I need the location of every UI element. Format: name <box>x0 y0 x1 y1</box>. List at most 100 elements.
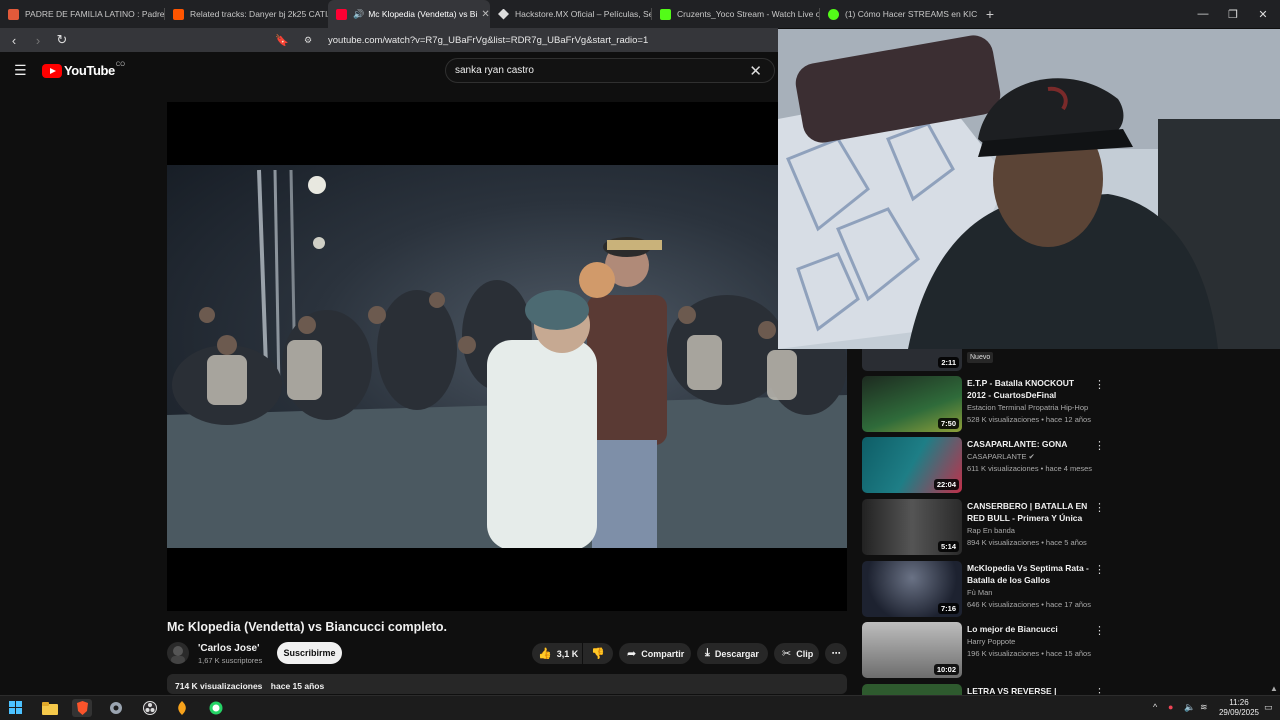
brave-browser-icon[interactable] <box>72 699 92 717</box>
recommendation-channel[interactable]: CASAPARLANTE ✔ <box>967 452 1097 461</box>
webcam-image <box>778 29 1280 349</box>
download-button[interactable]: ⤓ Descargar <box>697 643 768 664</box>
recommendation-item[interactable]: LETRA VS REVERSE | ⋮ <box>862 684 1102 695</box>
thumbs-up-icon: 👍 <box>538 648 552 660</box>
tab-related-tracks[interactable]: Related tracks: Danyer bj 2k25 CATIA <box>165 0 328 28</box>
youtube-play-icon <box>42 63 62 78</box>
youtube-favicon-icon <box>336 8 347 20</box>
blogger-favicon-icon <box>8 8 19 20</box>
recommendation-meta: 196 K visualizaciones • hace 15 años <box>967 649 1091 658</box>
speaker-icon[interactable]: 🔊 <box>353 9 364 20</box>
subscriber-count: 1,67 K suscriptores <box>198 656 263 665</box>
video-description-box[interactable]: 714 K visualizaciones hace 15 años <box>167 674 847 694</box>
channel-name[interactable]: 'Carlos Jose' <box>198 643 259 654</box>
settings-gear-icon[interactable] <box>106 699 126 717</box>
download-icon: ⤓ <box>705 647 710 659</box>
recommendation-meta: 611 K visualizaciones • hace 4 meses <box>967 464 1093 473</box>
tab-kick-stream[interactable]: Cruzents_Yoco Stream - Watch Live o <box>652 0 820 28</box>
system-clock[interactable]: 11:26 29/09/2025 <box>1210 698 1268 718</box>
recommendation-channel[interactable]: Estacion Terminal Propatria Hip-Hop <box>967 403 1097 412</box>
back-arrow-icon[interactable]: ‹ <box>4 30 24 50</box>
like-button[interactable]: 👍 3,1 K <box>532 643 582 664</box>
video-title: Mc Klopedia (Vendetta) vs Biancucci comp… <box>167 620 447 634</box>
clip-button[interactable]: ✂ Clip <box>774 643 819 664</box>
kick-favicon-icon <box>828 8 839 20</box>
tab-padre-de-familia[interactable]: PADRE DE FAMILIA LATINO : Padre de <box>0 0 165 28</box>
video-thumbnail[interactable]: 7:50 <box>862 376 962 432</box>
new-tab-button[interactable]: + <box>980 6 1000 22</box>
recommendation-meta: 528 K visualizaciones • hace 12 años <box>967 415 1091 424</box>
volume-icon[interactable]: 🔈 <box>1184 702 1195 713</box>
minimize-icon[interactable]: — <box>1186 0 1220 28</box>
hackstore-favicon-icon <box>498 8 509 20</box>
avatar-image <box>171 646 185 664</box>
notifications-icon[interactable]: ▭ <box>1264 702 1273 713</box>
webcam-overlay <box>778 29 1280 349</box>
kick-favicon-icon <box>660 8 671 20</box>
channel-avatar[interactable] <box>167 642 189 664</box>
more-vert-icon[interactable]: ⋮ <box>1094 378 1105 391</box>
recommendation-meta: 646 K visualizaciones • hace 17 años <box>967 600 1091 609</box>
video-frame <box>167 165 847 548</box>
view-count: 714 K visualizaciones <box>175 681 263 691</box>
share-arrow-icon: ➦ <box>627 648 637 660</box>
tray-chevron-icon[interactable]: ^ <box>1153 702 1157 712</box>
windows-start-icon[interactable] <box>6 699 26 717</box>
recommendation-channel[interactable]: Rap En banda <box>967 526 1097 535</box>
tab-mc-klopedia[interactable]: 🔊 Mc Klopedia (Vendetta) vs Bi ✕ <box>328 0 490 28</box>
hamburger-menu-icon[interactable]: ☰ <box>14 62 27 79</box>
video-thumbnail[interactable]: 2:11 <box>862 349 962 371</box>
video-thumbnail[interactable]: 7:16 <box>862 561 962 617</box>
wifi-icon[interactable]: ≋ <box>1200 702 1208 713</box>
video-thumbnail[interactable]: 10:02 <box>862 622 962 678</box>
share-button[interactable]: ➦ Compartir <box>619 643 691 664</box>
more-vert-icon[interactable]: ⋮ <box>1094 686 1102 695</box>
recommendation-channel[interactable]: Harry Poppote <box>967 637 1097 646</box>
recommendation-channel[interactable]: Fù Man <box>967 588 1097 597</box>
site-info-icon[interactable]: ⚙ <box>298 30 318 50</box>
recommendation-title[interactable]: CANSERBERO | BATALLA EN RED BULL - Prime… <box>967 501 1092 524</box>
subscribe-button[interactable]: Suscribirme <box>277 642 342 664</box>
recommendation-title[interactable]: CASAPARLANTE: GONA <box>967 439 1092 451</box>
close-tab-icon[interactable]: ✕ <box>477 9 489 20</box>
more-vert-icon[interactable]: ⋮ <box>1094 501 1105 514</box>
obs-studio-icon[interactable] <box>140 699 160 717</box>
video-thumbnail[interactable]: 5:14 <box>862 499 962 555</box>
whatsapp-icon[interactable] <box>206 699 226 717</box>
recommendation-title[interactable]: Lo mejor de Biancucci <box>967 624 1092 636</box>
reload-icon[interactable]: ↻ <box>52 30 72 50</box>
dislike-button[interactable]: 👎 <box>583 643 613 664</box>
more-vert-icon[interactable]: ⋮ <box>1094 563 1105 576</box>
scroll-down-arrow-icon[interactable]: ▲ <box>1270 684 1278 693</box>
fl-studio-icon[interactable] <box>172 699 192 717</box>
tab-hackstore[interactable]: Hackstore.MX Oficial – Películas, Seri <box>490 0 652 28</box>
more-vert-icon[interactable]: ⋮ <box>1094 624 1105 637</box>
tab-kick-howto[interactable]: (1) Cómo Hacer STREAMS en KIC <box>820 0 980 28</box>
recommendation-meta: 894 K visualizaciones • hace 5 años <box>967 538 1087 547</box>
new-badge: Nuevo <box>967 352 994 363</box>
recommendation-title[interactable]: E.T.P - Batalla KNOCKOUT 2012 - CuartosD… <box>967 378 1092 401</box>
recommendation-title[interactable]: McKlopedia Vs Septima Rata - Batalla de … <box>967 563 1092 586</box>
more-vert-icon[interactable]: ⋮ <box>1094 439 1105 452</box>
forward-arrow-icon[interactable]: › <box>28 30 48 50</box>
video-player[interactable] <box>167 102 847 611</box>
concert-scene-image <box>167 169 847 548</box>
more-actions-button[interactable]: ⋯ <box>825 643 847 664</box>
recommendation-item[interactable]: 2:11 Nuevo <box>862 349 1102 371</box>
restore-icon[interactable]: ❐ <box>1216 0 1250 28</box>
microphone-icon[interactable]: ● <box>1168 702 1173 712</box>
thumbs-down-icon: 👎 <box>591 648 605 660</box>
video-thumbnail[interactable]: 22:04 <box>862 437 962 493</box>
recommendation-title[interactable]: LETRA VS REVERSE | <box>967 686 1092 695</box>
more-dots-icon: ⋯ <box>831 648 841 658</box>
windows-taskbar: ^ ● 🔈 ≋ 11:26 29/09/2025 ▭ <box>0 695 1280 720</box>
file-explorer-icon[interactable] <box>40 699 60 717</box>
close-window-icon[interactable]: ✕ <box>1246 0 1280 28</box>
search-input[interactable]: sanka ryan castro ✕ <box>445 58 775 83</box>
video-thumbnail[interactable] <box>862 684 962 695</box>
bookmark-icon[interactable]: 🔖 <box>272 30 292 50</box>
clear-search-icon[interactable]: ✕ <box>749 62 762 80</box>
soundcloud-favicon-icon <box>173 8 184 20</box>
address-bar[interactable]: youtube.com/watch?v=R7g_UBaFrVg&list=RDR… <box>328 35 648 46</box>
youtube-logo[interactable]: YouTube CO <box>42 62 125 78</box>
